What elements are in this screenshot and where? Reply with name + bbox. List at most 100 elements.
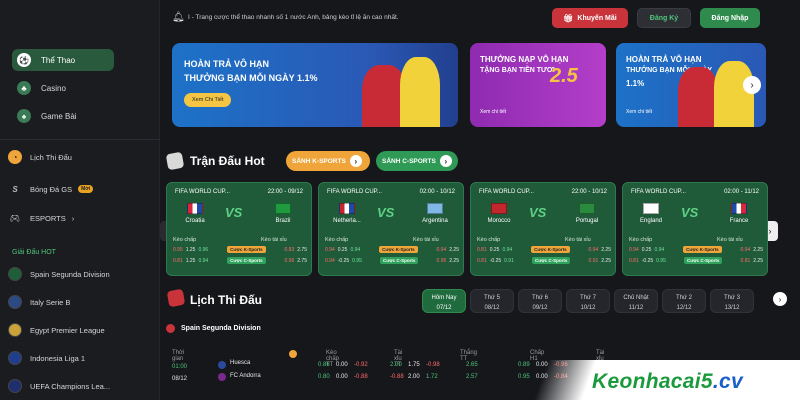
odds-value[interactable]: 1.25 bbox=[186, 247, 196, 253]
odds-value[interactable]: 2.00 bbox=[390, 362, 402, 368]
odds-value[interactable]: 2.25 bbox=[449, 258, 459, 264]
odds-value[interactable]: -0.88 bbox=[354, 374, 368, 380]
odds-value[interactable]: 0.94 bbox=[502, 247, 512, 253]
odds-value[interactable]: 0.81 bbox=[629, 258, 639, 264]
odds-value[interactable]: 0.95 bbox=[352, 258, 362, 264]
tab-k-sports[interactable]: SẢNH K-SPORTS › bbox=[286, 151, 370, 171]
c-sports-bet-button[interactable]: Cược C-Sports bbox=[683, 257, 723, 264]
league-item[interactable]: Egypt Premier League bbox=[8, 323, 105, 337]
c-sports-bet-button[interactable]: Cược C-Sports bbox=[379, 257, 419, 264]
tab-c-sports[interactable]: SẢNH C-SPORTS › bbox=[376, 151, 458, 171]
odds-value[interactable]: 0.81 bbox=[173, 258, 183, 264]
favorite-star-icon[interactable] bbox=[289, 350, 297, 358]
k-sports-bet-button[interactable]: Cược K-Sports bbox=[379, 246, 418, 253]
date-tab[interactable]: Thứ 5 08/12 bbox=[470, 289, 514, 313]
odds-value[interactable]: -0.25 bbox=[642, 258, 653, 264]
k-sports-bet-button[interactable]: Cược K-Sports bbox=[683, 246, 722, 253]
odds-value[interactable]: 0.81 bbox=[741, 258, 751, 264]
c-sports-bet-button[interactable]: Cược C-Sports bbox=[531, 257, 571, 264]
promotion-button[interactable]: 🎁︎ Khuyến Mãi bbox=[552, 8, 628, 28]
k-sports-bet-button[interactable]: Cược K-Sports bbox=[531, 246, 570, 253]
odds-value[interactable]: 1.75 bbox=[408, 362, 420, 368]
odds-value[interactable]: 0.94 bbox=[198, 258, 208, 264]
date-tab[interactable]: Thứ 6 09/12 bbox=[518, 289, 562, 313]
odds-value[interactable]: 0.94 bbox=[741, 247, 751, 253]
sidebar-item-sports[interactable]: ⚽ Thể Thao bbox=[12, 49, 114, 71]
odds-value[interactable]: 0.25 bbox=[338, 247, 348, 253]
odds-value[interactable]: 0.91 bbox=[504, 258, 514, 264]
odds-value[interactable]: 0.00 bbox=[336, 374, 348, 380]
odds-value[interactable]: 0.83 bbox=[285, 247, 295, 253]
odds-value[interactable]: 0.80 bbox=[318, 374, 330, 380]
date-tab[interactable]: Hôm Nay 07/12 bbox=[422, 289, 466, 313]
odds-value[interactable]: 2.25 bbox=[601, 258, 611, 264]
banner-cta-link[interactable]: Xem chi tiết bbox=[480, 109, 506, 115]
sidebar-item-card-games[interactable]: ♠ Game Bài bbox=[12, 105, 114, 127]
login-button[interactable]: Đăng Nhập bbox=[700, 8, 760, 28]
odds-value[interactable]: 0.95 bbox=[656, 258, 666, 264]
k-sports-bet-button[interactable]: Cược K-Sports bbox=[227, 246, 266, 253]
date-tab[interactable]: Thứ 7 10/12 bbox=[566, 289, 610, 313]
odds-value[interactable]: 2.25 bbox=[601, 247, 611, 253]
odds-value[interactable]: 0.81 bbox=[477, 258, 487, 264]
odds-value[interactable]: -0.92 bbox=[354, 362, 368, 368]
odds-value[interactable]: 0.94 bbox=[629, 247, 639, 253]
odds-value[interactable]: 1.72 bbox=[426, 374, 438, 380]
sidebar-item-schedule[interactable]: ◔ Lịch Thi Đấu bbox=[8, 150, 72, 164]
odds-value[interactable]: 0.81 bbox=[477, 247, 487, 253]
odds-value[interactable]: 2.65 bbox=[466, 362, 478, 368]
odds-value[interactable]: 0.91 bbox=[589, 258, 599, 264]
match-card[interactable]: FIFA WORLD CUP... 22:00 - 10/12 Morocco VS P… bbox=[470, 182, 616, 276]
schedule-league-header[interactable]: Spain Segunda Division bbox=[166, 324, 261, 333]
odds-value[interactable]: 0.95 bbox=[518, 374, 530, 380]
odds-value[interactable]: 0.94 bbox=[654, 247, 664, 253]
odds-value[interactable]: 2.75 bbox=[297, 258, 307, 264]
c-sports-bet-button[interactable]: Cược C-Sports bbox=[227, 257, 266, 264]
league-item[interactable]: Indonesia Liga 1 bbox=[8, 351, 85, 365]
date-tab[interactable]: Thứ 2 12/12 bbox=[662, 289, 706, 313]
odds-value[interactable]: 0.25 bbox=[490, 247, 500, 253]
chevron-right-icon[interactable]: › bbox=[773, 292, 787, 306]
match-card[interactable]: FIFA WORLD CUP... 02:00 - 11/12 England VS F… bbox=[622, 182, 768, 276]
match-card[interactable]: FIFA WORLD CUP... 02:00 - 10/12 Netherla..… bbox=[318, 182, 464, 276]
odds-value[interactable]: 0.96 bbox=[198, 247, 208, 253]
sidebar-item-casino[interactable]: ♣ Casino bbox=[12, 77, 114, 99]
promo-banner[interactable]: HOÀN TRẢ VÔ HẠN THƯỞNG BẠN MỖI NGÀY 1.1%… bbox=[172, 43, 458, 127]
odds-value[interactable]: 0.94 bbox=[437, 247, 447, 253]
chevron-right-icon[interactable]: › bbox=[743, 76, 761, 94]
odds-value[interactable]: 0.94 bbox=[589, 247, 599, 253]
league-item[interactable]: Italy Serie B bbox=[8, 295, 70, 309]
odds-value[interactable]: 2.25 bbox=[753, 258, 763, 264]
banner-cta-link[interactable]: Xem chi tiết bbox=[626, 109, 652, 115]
odds-value[interactable]: -0.88 bbox=[390, 374, 404, 380]
odds-value[interactable]: 2.25 bbox=[753, 247, 763, 253]
odds-value[interactable]: 1.25 bbox=[186, 258, 196, 264]
odds-value[interactable]: -0.25 bbox=[490, 258, 501, 264]
register-button[interactable]: Đăng Ký bbox=[637, 8, 691, 28]
odds-value[interactable]: 2.75 bbox=[297, 247, 307, 253]
odds-value[interactable]: 0.89 bbox=[518, 362, 530, 368]
league-item[interactable]: Spain Segunda Division bbox=[8, 267, 110, 281]
promo-banner[interactable]: THƯỞNG NẠP VÔ HẠN TẶNG BẠN TIỀN TƯƠI 2.5… bbox=[470, 43, 606, 127]
odds-value[interactable]: 2.00 bbox=[408, 374, 420, 380]
date-tab[interactable]: Chủ Nhật 11/12 bbox=[614, 289, 658, 313]
odds-value[interactable]: 0.25 bbox=[642, 247, 652, 253]
match-card[interactable]: FIFA WORLD CUP... 22:00 - 09/12 Croatia VS B… bbox=[166, 182, 312, 276]
sidebar-item-esports[interactable]: 🎮︎ ESPORTS › bbox=[8, 211, 74, 225]
odds-value[interactable]: 0.94 bbox=[325, 258, 335, 264]
bell-icon[interactable]: 🔔︎ bbox=[172, 12, 185, 23]
odds-value[interactable]: 0.94 bbox=[325, 247, 335, 253]
sidebar-item-bongda-gs[interactable]: S Bóng Đá GS Mới bbox=[8, 182, 94, 196]
odds-value[interactable]: 0.86 bbox=[318, 362, 330, 368]
odds-value[interactable]: 0.95 bbox=[437, 258, 447, 264]
odds-value[interactable]: 0.96 bbox=[285, 258, 295, 264]
odds-value[interactable]: 2.25 bbox=[449, 247, 459, 253]
odds-value[interactable]: -0.98 bbox=[426, 362, 440, 368]
odds-value[interactable]: 0.00 bbox=[336, 362, 348, 368]
odds-value[interactable]: 2.57 bbox=[466, 374, 478, 380]
league-item[interactable]: UEFA Champions Lea... bbox=[8, 379, 110, 393]
odds-value[interactable]: 0.95 bbox=[173, 247, 183, 253]
odds-value[interactable]: -0.25 bbox=[338, 258, 349, 264]
odds-value[interactable]: 0.94 bbox=[350, 247, 360, 253]
date-tab[interactable]: Thứ 3 13/12 bbox=[710, 289, 754, 313]
